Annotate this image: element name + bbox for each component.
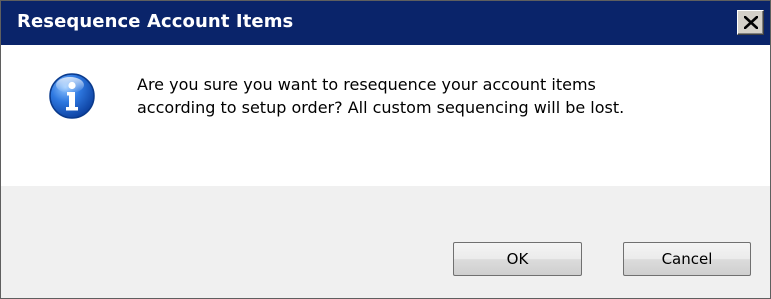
confirmation-message: Are you sure you want to resequence your… bbox=[137, 73, 747, 119]
close-icon bbox=[744, 16, 758, 29]
title-bar[interactable]: Resequence Account Items bbox=[1, 1, 770, 45]
cancel-button[interactable]: Cancel bbox=[623, 242, 751, 276]
ok-button[interactable]: OK bbox=[453, 242, 582, 276]
information-icon bbox=[49, 73, 95, 119]
message-line-1: Are you sure you want to resequence your… bbox=[137, 75, 596, 94]
dialog-title: Resequence Account Items bbox=[17, 11, 294, 32]
message-line-2: according to setup order? All custom seq… bbox=[137, 98, 625, 117]
resequence-dialog: Resequence Account Items Are you sure yo… bbox=[0, 0, 771, 299]
close-button[interactable] bbox=[737, 10, 764, 35]
